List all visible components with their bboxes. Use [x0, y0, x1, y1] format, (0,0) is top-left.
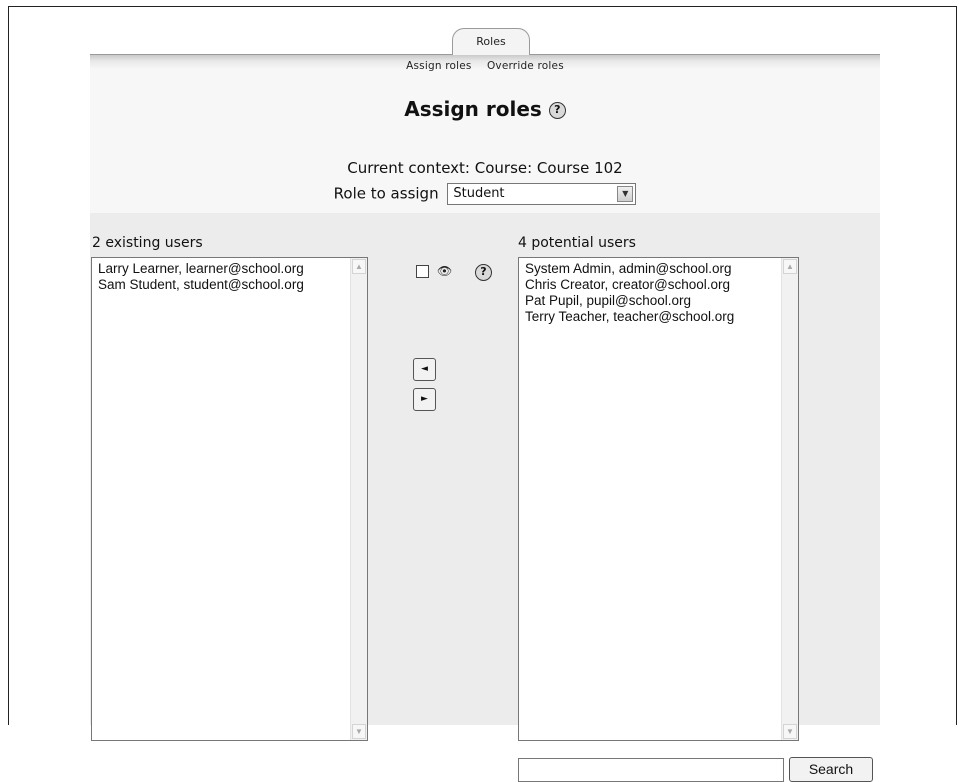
- add-user-button[interactable]: ◄: [413, 358, 436, 381]
- help-icon[interactable]: ?: [475, 264, 492, 281]
- scroll-down-icon[interactable]: ▼: [783, 724, 797, 739]
- subtab-assign-roles[interactable]: Assign roles: [406, 60, 471, 72]
- list-item[interactable]: Terry Teacher, teacher@school.org: [519, 309, 780, 325]
- potential-users-label: 4 potential users: [518, 235, 636, 251]
- scroll-up-icon[interactable]: ▲: [352, 259, 366, 274]
- scrollbar[interactable]: ▲ ▼: [781, 258, 798, 740]
- search-input[interactable]: [518, 758, 784, 782]
- scroll-down-icon[interactable]: ▼: [352, 724, 366, 739]
- header-area: Assign roles ? Current context: Course: …: [90, 83, 880, 213]
- current-context: Current context: Course: Course 102: [347, 159, 623, 177]
- show-hidden-checkbox[interactable]: [416, 265, 429, 278]
- role-select-value: Student: [453, 186, 505, 201]
- role-to-assign-row: Role to assign Student ▼: [90, 183, 880, 205]
- scroll-up-icon[interactable]: ▲: [783, 259, 797, 274]
- remove-user-button[interactable]: ►: [413, 388, 436, 411]
- scrollbar[interactable]: ▲ ▼: [350, 258, 367, 740]
- existing-users-label: 2 existing users: [92, 235, 203, 251]
- eye-icon: 👁: [437, 264, 453, 278]
- tab-strip: Roles: [90, 25, 880, 55]
- list-item[interactable]: System Admin, admin@school.org: [519, 261, 780, 277]
- list-item[interactable]: Sam Student, student@school.org: [92, 277, 349, 293]
- role-select[interactable]: Student ▼: [447, 183, 637, 205]
- list-item[interactable]: Pat Pupil, pupil@school.org: [519, 293, 780, 309]
- role-to-assign-label: Role to assign: [333, 184, 439, 203]
- chevron-down-icon[interactable]: ▼: [617, 186, 634, 202]
- list-item[interactable]: Chris Creator, creator@school.org: [519, 277, 780, 293]
- subtab-override-roles[interactable]: Override roles: [487, 60, 564, 72]
- list-item[interactable]: Larry Learner, learner@school.org: [92, 261, 349, 277]
- page-title-row: Assign roles ?: [90, 97, 880, 121]
- tab-roles[interactable]: Roles: [452, 28, 530, 55]
- potential-users-list[interactable]: System Admin, admin@school.org Chris Cre…: [518, 257, 799, 741]
- main-content: Roles Assign roles Override roles Assign…: [90, 25, 880, 782]
- page-title: Assign roles: [404, 97, 542, 121]
- search-button[interactable]: Search: [789, 757, 873, 782]
- subtab-bar: Assign roles Override roles: [90, 55, 880, 83]
- help-icon[interactable]: ?: [548, 102, 566, 119]
- assign-panel: 2 existing users Larry Learner, learner@…: [90, 213, 880, 741]
- existing-users-list[interactable]: Larry Learner, learner@school.org Sam St…: [91, 257, 368, 741]
